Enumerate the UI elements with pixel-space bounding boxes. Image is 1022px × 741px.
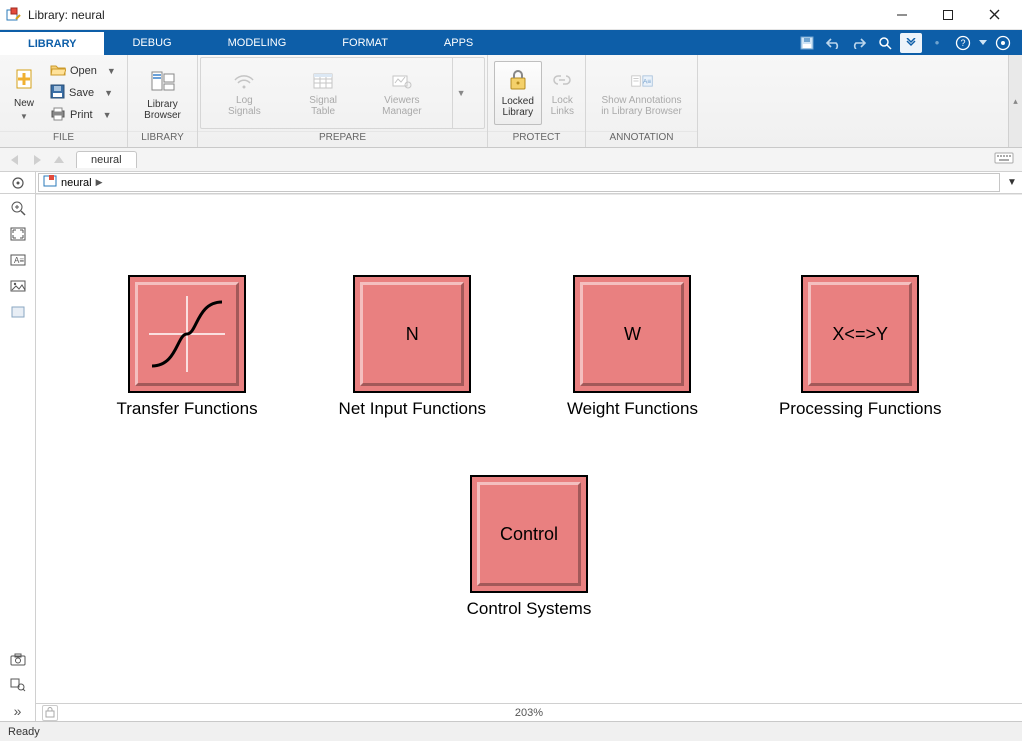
block-label: Control Systems [467,599,592,619]
undo-icon[interactable] [822,33,844,53]
nav-forward-icon[interactable] [26,151,48,169]
title-bar: Library: neural [0,0,1022,30]
library-group-label: LIBRARY [128,131,197,147]
tab-library[interactable]: LIBRARY [0,30,104,55]
library-browser-label: Library Browser [144,99,181,121]
tab-debug[interactable]: DEBUG [104,30,199,55]
zoom-in-icon[interactable] [7,198,29,218]
model-hierarchy-icon[interactable] [0,172,36,193]
canvas-palette: A≡ » [0,194,36,721]
separator: • [926,33,948,53]
canvas-lock-icon[interactable] [42,705,58,721]
net-input-functions-block[interactable]: N Net Input Functions [339,275,486,419]
close-button[interactable] [980,5,1008,25]
viewers-manager-button[interactable]: Viewers Manager [373,60,431,126]
toolstrip-collapse[interactable]: ▴ [1008,55,1022,147]
help-dropdown-icon[interactable] [978,33,988,53]
library-browser-icon [147,65,179,97]
status-bar: Ready [0,721,1022,741]
toolstrip: New ▼ Open▼ Save▼ Print▼ FILE [0,55,1022,148]
locked-library-button[interactable]: Locked Library [494,61,542,125]
transfer-functions-block[interactable]: Transfer Functions [116,275,257,419]
fit-view-icon[interactable] [7,224,29,244]
tab-apps[interactable]: APPS [416,30,501,55]
explorer-nav: neural [0,148,1022,172]
expand-icon[interactable]: » [7,701,29,721]
overflow-icon[interactable] [900,33,922,53]
protect-group-label: PROTECT [488,131,585,147]
svg-text:A≡: A≡ [642,79,651,86]
file-group-label: FILE [0,131,127,147]
save-button[interactable]: Save▼ [46,82,120,104]
prepare-dropdown[interactable]: ▼ [452,58,470,128]
block-label: Net Input Functions [339,399,486,419]
control-systems-block[interactable]: Control Control Systems [467,475,592,619]
tab-format[interactable]: FORMAT [314,30,416,55]
svg-text:?: ? [960,38,965,48]
chevron-right-icon: ▶ [96,177,103,188]
prepare-group-label: PREPARE [198,131,487,147]
save-floppy-icon [50,84,65,102]
link-icon [550,69,574,93]
screenshot-icon[interactable] [7,649,29,669]
block-label: Processing Functions [779,399,942,419]
lock-closed-icon [508,69,528,94]
annotation-tool-icon[interactable]: A≡ [7,250,29,270]
status-text: Ready [8,726,40,738]
redo-icon[interactable] [848,33,870,53]
signal-table-button[interactable]: Signal Table [294,60,352,126]
minimize-button[interactable] [888,5,916,25]
show-annotations-button[interactable]: A≡ Show Annotations in Library Browser [592,60,691,126]
breadcrumb-path: neural [61,177,92,189]
keyboard-icon[interactable] [994,151,1018,169]
area-tool-icon[interactable] [7,302,29,322]
save-quick-icon[interactable] [796,33,818,53]
new-icon [8,64,40,96]
processing-functions-block[interactable]: X<=>Y Processing Functions [779,275,942,419]
help-icon[interactable]: ? [952,33,974,53]
window-title: Library: neural [28,8,888,22]
quick-access: • ? [796,30,1022,55]
tab-modeling[interactable]: MODELING [200,30,315,55]
block-label: Transfer Functions [116,399,257,419]
lock-links-button[interactable]: Lock Links [546,60,579,126]
block-label: Weight Functions [567,399,698,419]
log-signals-button[interactable]: Log Signals [215,60,273,126]
target-icon[interactable] [992,33,1014,53]
zoom-level: 203% [515,707,543,719]
print-button[interactable]: Print▼ [46,104,120,126]
printer-icon [50,107,66,124]
wifi-icon [232,69,256,93]
annotation-group-label: ANNOTATION [586,131,697,147]
breadcrumb[interactable]: neural ▶ [38,173,1000,192]
breadcrumb-bar: neural ▶ ▼ [0,172,1022,194]
model-icon [43,175,57,190]
model-tab[interactable]: neural [76,151,137,168]
search-icon[interactable] [874,33,896,53]
folder-open-icon [50,63,66,80]
canvas-footer: 203% [36,703,1022,721]
ribbon-tabstrip: LIBRARY DEBUG MODELING FORMAT APPS • ? [0,30,1022,55]
new-label: New [14,98,34,109]
app-icon [6,7,22,23]
weight-functions-block[interactable]: W Weight Functions [567,275,698,419]
nav-up-icon[interactable] [48,151,70,169]
maximize-button[interactable] [934,5,962,25]
viewers-icon [390,69,414,93]
library-canvas[interactable]: Transfer Functions N Net Input Functions… [36,194,1022,703]
image-tool-icon[interactable] [7,276,29,296]
new-button[interactable]: New ▼ [6,60,42,126]
find-block-icon[interactable] [7,675,29,695]
annotations-icon: A≡ [630,69,654,93]
table-icon [311,69,335,93]
nav-back-icon[interactable] [4,151,26,169]
svg-text:A≡: A≡ [14,256,24,265]
breadcrumb-dropdown[interactable]: ▼ [1002,172,1022,193]
open-button[interactable]: Open▼ [46,60,120,82]
library-browser-button[interactable]: Library Browser [134,60,191,126]
